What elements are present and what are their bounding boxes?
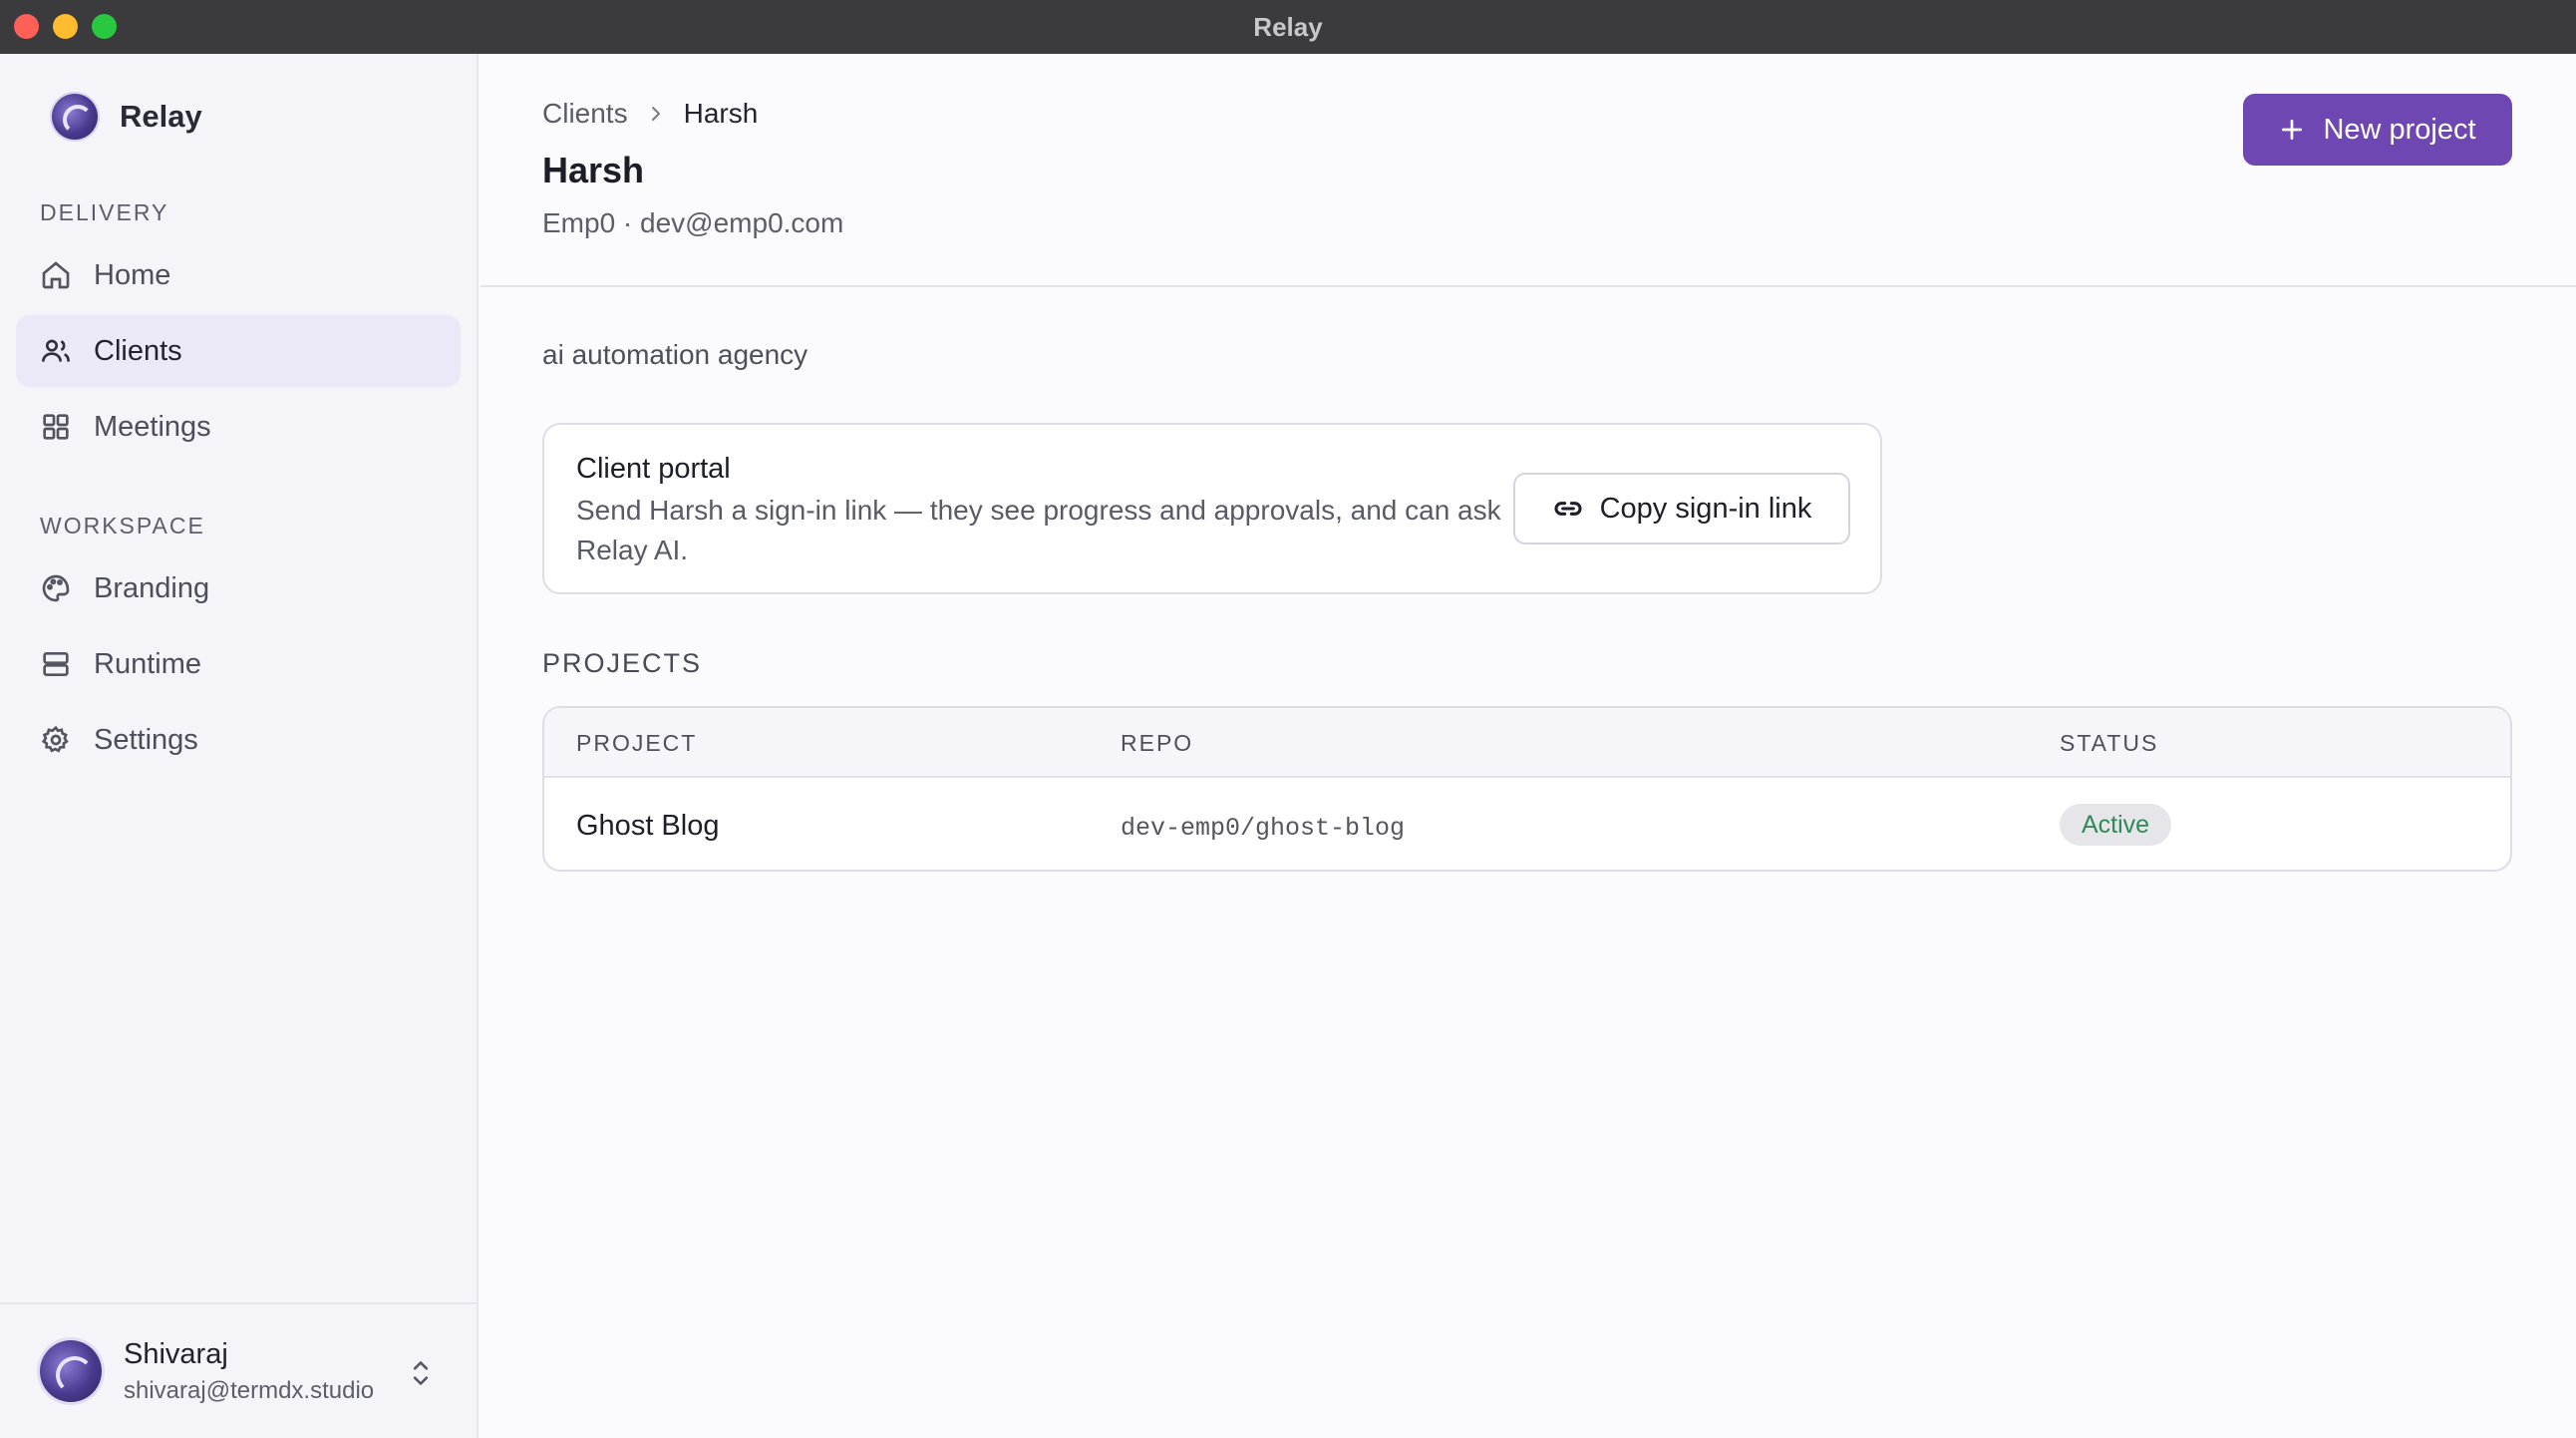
sidebar: Relay DELIVERY Home Clients Meetings WOR… xyxy=(0,54,479,1438)
sidebar-item-label: Home xyxy=(94,258,171,291)
window-controls xyxy=(14,14,117,39)
server-icon xyxy=(43,652,69,676)
sidebar-item-runtime[interactable]: Runtime xyxy=(16,628,461,700)
user-info: Shivaraj shivaraj@termdx.studio xyxy=(124,1338,374,1405)
window-title: Relay xyxy=(1253,11,1323,42)
section-label-delivery: DELIVERY xyxy=(40,199,169,225)
projects-table: PROJECT REPO STATUS Ghost Blog dev-emp0/… xyxy=(542,706,2512,872)
client-portal-text: Send Harsh a sign-in link — they see pro… xyxy=(576,495,1501,565)
account-switcher[interactable]: Shivaraj shivaraj@termdx.studio xyxy=(0,1302,477,1438)
breadcrumb: Clients Harsh xyxy=(542,98,758,130)
new-project-label: New project xyxy=(2323,113,2476,146)
link-icon xyxy=(1554,502,1582,516)
chevron-up-down-icon[interactable] xyxy=(407,1356,435,1390)
chevron-right-icon xyxy=(651,107,660,121)
page-title: Harsh xyxy=(542,150,645,190)
new-project-button[interactable]: New project xyxy=(2243,94,2512,166)
column-header-repo[interactable]: REPO xyxy=(1121,730,1193,757)
title-bar: Relay xyxy=(0,0,2576,54)
section-label-workspace: WORKSPACE xyxy=(40,513,205,539)
brand[interactable]: Relay xyxy=(52,94,202,140)
project-repo: dev-emp0/ghost-blog xyxy=(1121,814,1406,843)
home-icon xyxy=(42,261,70,289)
user-email: shivaraj@termdx.studio xyxy=(124,1376,375,1404)
brand-name: Relay xyxy=(120,99,202,134)
user-name: Shivaraj xyxy=(124,1337,228,1370)
client-portal-title: Client portal xyxy=(576,453,731,485)
relay-logo-icon xyxy=(52,94,98,140)
users-icon xyxy=(42,339,70,362)
gear-icon xyxy=(41,725,69,753)
sidebar-item-branding[interactable]: Branding xyxy=(16,552,461,624)
sidebar-item-label: Meetings xyxy=(94,410,211,443)
palette-icon xyxy=(42,574,70,602)
close-window-button[interactable] xyxy=(14,14,39,39)
projects-section-label: PROJECTS xyxy=(542,648,703,678)
copy-sign-in-link-button[interactable]: Copy sign-in link xyxy=(1513,473,1850,544)
breadcrumb-clients-link[interactable]: Clients xyxy=(542,98,628,130)
client-company-email: Emp0 · dev@emp0.com xyxy=(542,207,844,238)
sidebar-item-label: Clients xyxy=(94,334,182,367)
plus-icon xyxy=(2282,119,2303,141)
table-header: PROJECT REPO STATUS xyxy=(544,708,2510,778)
sidebar-item-settings[interactable]: Settings xyxy=(16,704,461,776)
table-row[interactable]: Ghost Blog dev-emp0/ghost-blog Active xyxy=(544,780,2510,870)
project-name[interactable]: Ghost Blog xyxy=(576,810,719,843)
client-description: ai automation agency xyxy=(542,339,808,370)
sidebar-item-clients[interactable]: Clients xyxy=(16,315,461,387)
maximize-window-button[interactable] xyxy=(92,14,117,39)
sidebar-item-label: Settings xyxy=(94,723,198,756)
column-header-project[interactable]: PROJECT xyxy=(576,730,697,757)
sidebar-item-label: Branding xyxy=(94,571,210,604)
page-header: Clients Harsh Harsh Emp0 · dev@emp0.com … xyxy=(481,54,2576,287)
grid-icon xyxy=(43,414,69,440)
status-badge: Active xyxy=(2060,804,2172,846)
client-portal-card: Client portal Send Harsh a sign-in link … xyxy=(542,423,1882,594)
sidebar-item-meetings[interactable]: Meetings xyxy=(16,391,461,463)
sidebar-item-label: Runtime xyxy=(94,647,201,680)
copy-sign-in-link-label: Copy sign-in link xyxy=(1599,492,1812,525)
app-window: Relay Relay DELIVERY Home Clients Meetin… xyxy=(0,0,2576,1438)
minimize-window-button[interactable] xyxy=(53,14,78,39)
main-content: Clients Harsh Harsh Emp0 · dev@emp0.com … xyxy=(481,54,2576,1438)
sidebar-item-home[interactable]: Home xyxy=(16,239,461,311)
avatar xyxy=(40,1340,102,1402)
breadcrumb-current: Harsh xyxy=(683,98,759,129)
column-header-status[interactable]: STATUS xyxy=(2060,730,2158,757)
